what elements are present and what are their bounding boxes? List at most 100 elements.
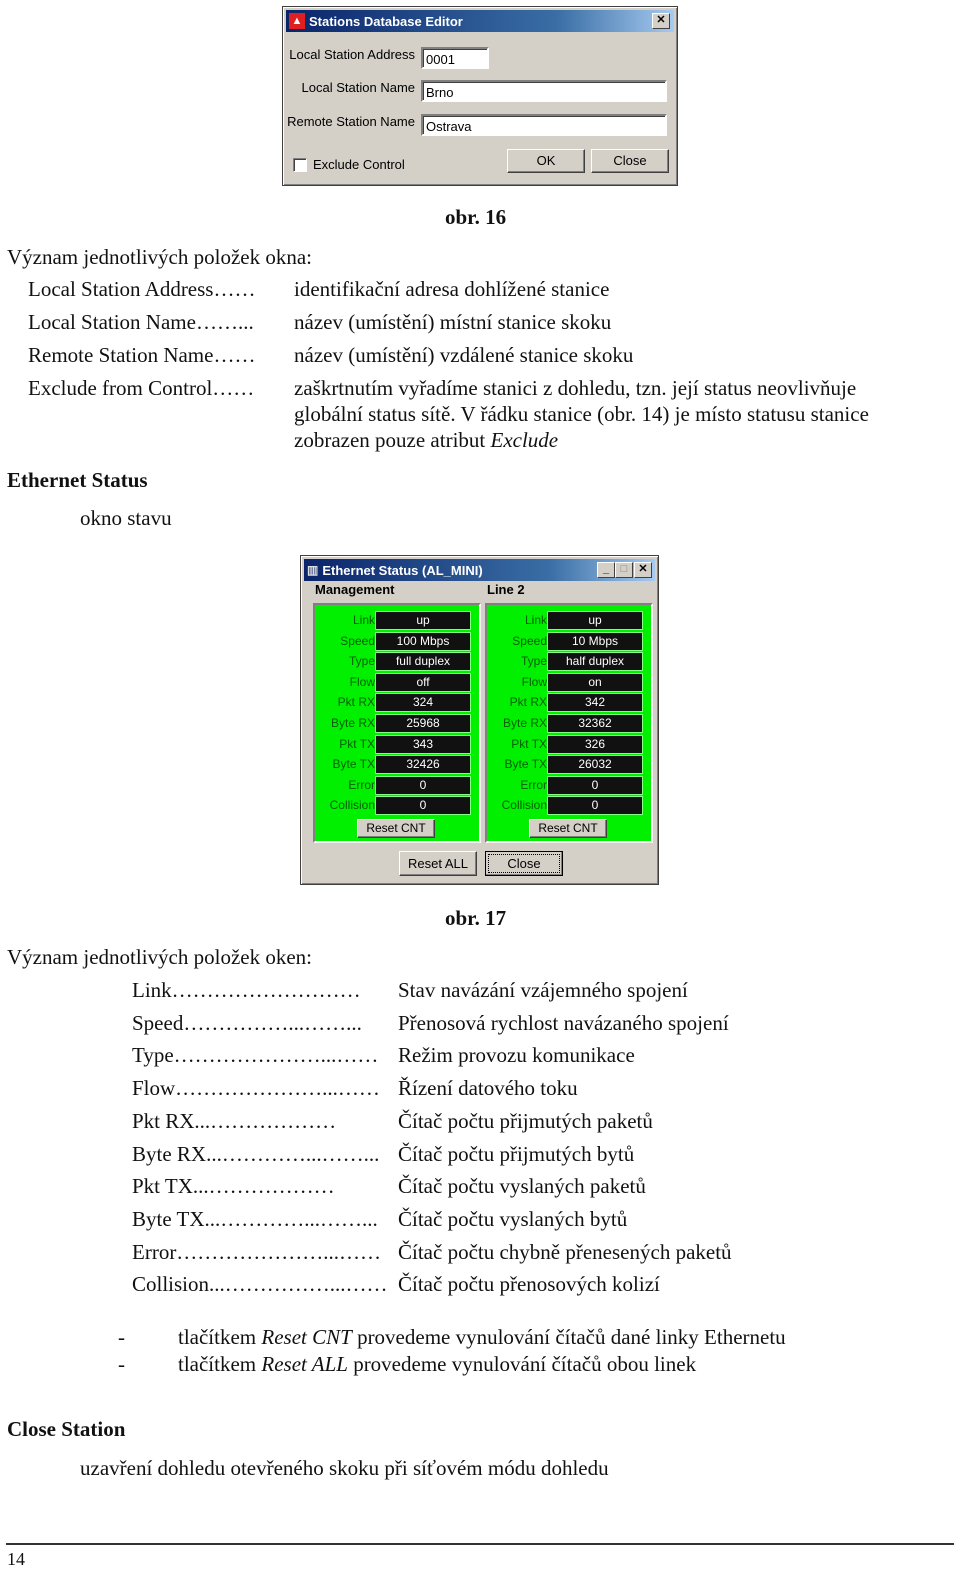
definition-desc: Čítač počtu přijmutých bytů bbox=[398, 1141, 635, 1166]
definition-desc: Režim provozu komunikace bbox=[398, 1043, 635, 1068]
term-local-station-name: Local Station Name……... bbox=[28, 310, 254, 334]
status-label: Pkt RX bbox=[337, 695, 375, 710]
status-value: up bbox=[547, 611, 643, 630]
ethernet-status-subtitle: okno stavu bbox=[80, 506, 172, 530]
status-row-byte-rx: Byte RX 25968 bbox=[315, 714, 479, 733]
ok-button[interactable]: OK bbox=[507, 149, 585, 173]
reset-all-button[interactable]: Reset ALL bbox=[399, 851, 477, 876]
definition-desc: Čítač počtu vyslaných paketů bbox=[398, 1174, 646, 1199]
bullet-text: tlačítkem Reset CNT provedeme vynulování… bbox=[178, 1325, 786, 1349]
definition-term: Pkt TX...……………… bbox=[132, 1174, 335, 1199]
desc-exclude-line-2: globální status sítě. V řádku stanice (o… bbox=[294, 402, 869, 426]
local-station-address-label: Local Station Address bbox=[289, 47, 415, 62]
status-value: on bbox=[547, 672, 643, 692]
reset-cnt-button[interactable]: Reset CNT bbox=[357, 819, 435, 838]
minimize-icon[interactable]: _ bbox=[597, 562, 615, 578]
bullet-dash: - bbox=[118, 1352, 125, 1376]
bullet-reset-cnt: - tlačítkem Reset CNT provedeme vynulová… bbox=[118, 1325, 786, 1349]
status-row-type: Type full duplex bbox=[315, 652, 479, 672]
status-label: Speed bbox=[512, 633, 547, 648]
status-row-speed: Speed 10 Mbps bbox=[487, 631, 651, 651]
status-label: Flow bbox=[349, 674, 375, 689]
status-value: 10 Mbps bbox=[547, 631, 643, 651]
status-value: 326 bbox=[547, 734, 643, 754]
status-label: Byte TX bbox=[332, 757, 375, 772]
status-row-link: Link up bbox=[487, 611, 651, 630]
bullet-dash: - bbox=[118, 1325, 125, 1349]
status-row-flow: Flow on bbox=[487, 672, 651, 692]
close-button[interactable]: Close bbox=[591, 149, 669, 173]
status-label: Speed bbox=[340, 633, 375, 648]
footer-rule bbox=[6, 1543, 954, 1545]
term-local-station-address: Local Station Address…… bbox=[28, 277, 256, 301]
term-exclude-from-control: Exclude from Control…… bbox=[28, 376, 255, 400]
status-value: 0 bbox=[547, 796, 643, 816]
status-row-byte-tx: Byte TX 26032 bbox=[487, 755, 651, 775]
exclude-control-label: Exclude Control bbox=[313, 157, 405, 172]
reset-cnt-button[interactable]: Reset CNT bbox=[529, 819, 607, 838]
close-button[interactable]: Close bbox=[485, 851, 563, 876]
title-bar: ▥ Ethernet Status (AL_MINI) _ □ ✕ bbox=[304, 559, 655, 581]
exclude-control-checkbox[interactable] bbox=[293, 158, 307, 172]
status-row-error: Error 0 bbox=[315, 775, 479, 795]
figure-caption-16: obr. 16 bbox=[445, 205, 507, 229]
definition-desc: Čítač počtu vyslaných bytů bbox=[398, 1206, 628, 1231]
definition-term: Collision...……………...…… bbox=[132, 1272, 388, 1297]
status-label: Type bbox=[348, 654, 375, 669]
status-row-pkt-rx: Pkt RX 324 bbox=[315, 693, 479, 713]
desc-exclude-line-3-text: zobrazen pouze atribut bbox=[294, 428, 491, 452]
status-label: Flow bbox=[521, 674, 547, 689]
bullet-pre: tlačítkem bbox=[178, 1325, 262, 1349]
close-station-heading: Close Station bbox=[7, 1417, 126, 1441]
definition-term: Flow…………………...…… bbox=[132, 1076, 380, 1101]
definition-desc: Čítač počtu chybně přenesených paketů bbox=[398, 1239, 732, 1264]
window-title: Stations Database Editor bbox=[309, 13, 463, 29]
status-label: Collision bbox=[501, 798, 547, 813]
page-number: 14 bbox=[7, 1549, 25, 1569]
bullet-italic: Reset CNT bbox=[261, 1325, 352, 1349]
ethernet-status-heading: Ethernet Status bbox=[7, 468, 148, 492]
status-row-pkt-rx: Pkt RX 342 bbox=[487, 693, 651, 713]
desc-local-station-name: název (umístění) místní stanice skoku bbox=[294, 310, 612, 334]
status-row-type: Type half duplex bbox=[487, 652, 651, 672]
local-station-address-input[interactable]: 0001 bbox=[421, 47, 489, 69]
status-value: 32362 bbox=[547, 714, 643, 733]
stations-database-editor-window: ▲ Stations Database Editor ✕ Local Stati… bbox=[282, 6, 678, 186]
definition-term: Error…………………...…… bbox=[132, 1239, 382, 1264]
status-row-byte-tx: Byte TX 32426 bbox=[315, 755, 479, 775]
definition-desc: Řízení datového toku bbox=[398, 1076, 578, 1101]
maximize-icon[interactable]: □ bbox=[615, 562, 633, 578]
desc-local-station-address: identifikační adresa dohlížené stanice bbox=[294, 277, 610, 301]
close-icon[interactable]: ✕ bbox=[634, 562, 652, 578]
desc-exclude-line-1: zaškrtnutím vyřadíme stanici z dohledu, … bbox=[294, 376, 857, 400]
definition-term: Type…………………...…… bbox=[132, 1043, 379, 1068]
close-station-desc: uzavření dohledu otevřeného skoku při sí… bbox=[80, 1456, 609, 1480]
exclude-italic: Exclude bbox=[490, 428, 559, 452]
status-value: half duplex bbox=[547, 652, 643, 672]
desc-remote-station-name: název (umístění) vzdálené stanice skoku bbox=[294, 343, 634, 367]
status-row-pkt-tx: Pkt TX 326 bbox=[487, 734, 651, 754]
warning-app-icon: ▲ bbox=[289, 13, 305, 29]
status-label: Pkt TX bbox=[339, 736, 375, 751]
bullet-italic: Reset ALL bbox=[261, 1352, 348, 1376]
close-button-label: Close bbox=[488, 854, 560, 873]
status-label: Pkt TX bbox=[511, 736, 547, 751]
section2-intro: Význam jednotlivých položek oken: bbox=[7, 945, 313, 969]
status-label: Byte RX bbox=[502, 716, 547, 730]
remote-station-name-input[interactable]: Ostrava bbox=[421, 114, 667, 136]
status-value: 0 bbox=[547, 775, 643, 795]
status-label: Link bbox=[524, 613, 547, 627]
bullet-post: provedeme vynulování čítačů dané linky E… bbox=[351, 1325, 786, 1349]
status-value: 26032 bbox=[547, 755, 643, 775]
close-icon[interactable]: ✕ bbox=[652, 13, 670, 29]
management-panel: Link up Speed 100 Mbps Type full duplex Flow of… bbox=[313, 603, 481, 843]
definition-desc: Čítač počtu přenosových kolizí bbox=[398, 1272, 660, 1297]
ethernet-status-window: ▥ Ethernet Status (AL_MINI) _ □ ✕ Manage… bbox=[300, 555, 659, 885]
local-station-name-input[interactable]: Brno bbox=[421, 80, 667, 102]
status-label: Pkt RX bbox=[509, 695, 547, 710]
definition-desc: Přenosová rychlost navázaného spojení bbox=[398, 1010, 729, 1035]
bullet-text: tlačítkem Reset ALL provedeme vynulování… bbox=[178, 1352, 696, 1376]
desc-exclude-line-3: zobrazen pouze atribut Exclude bbox=[294, 428, 558, 452]
status-label: Type bbox=[520, 654, 547, 669]
definition-term: Pkt RX...……………… bbox=[132, 1108, 337, 1133]
